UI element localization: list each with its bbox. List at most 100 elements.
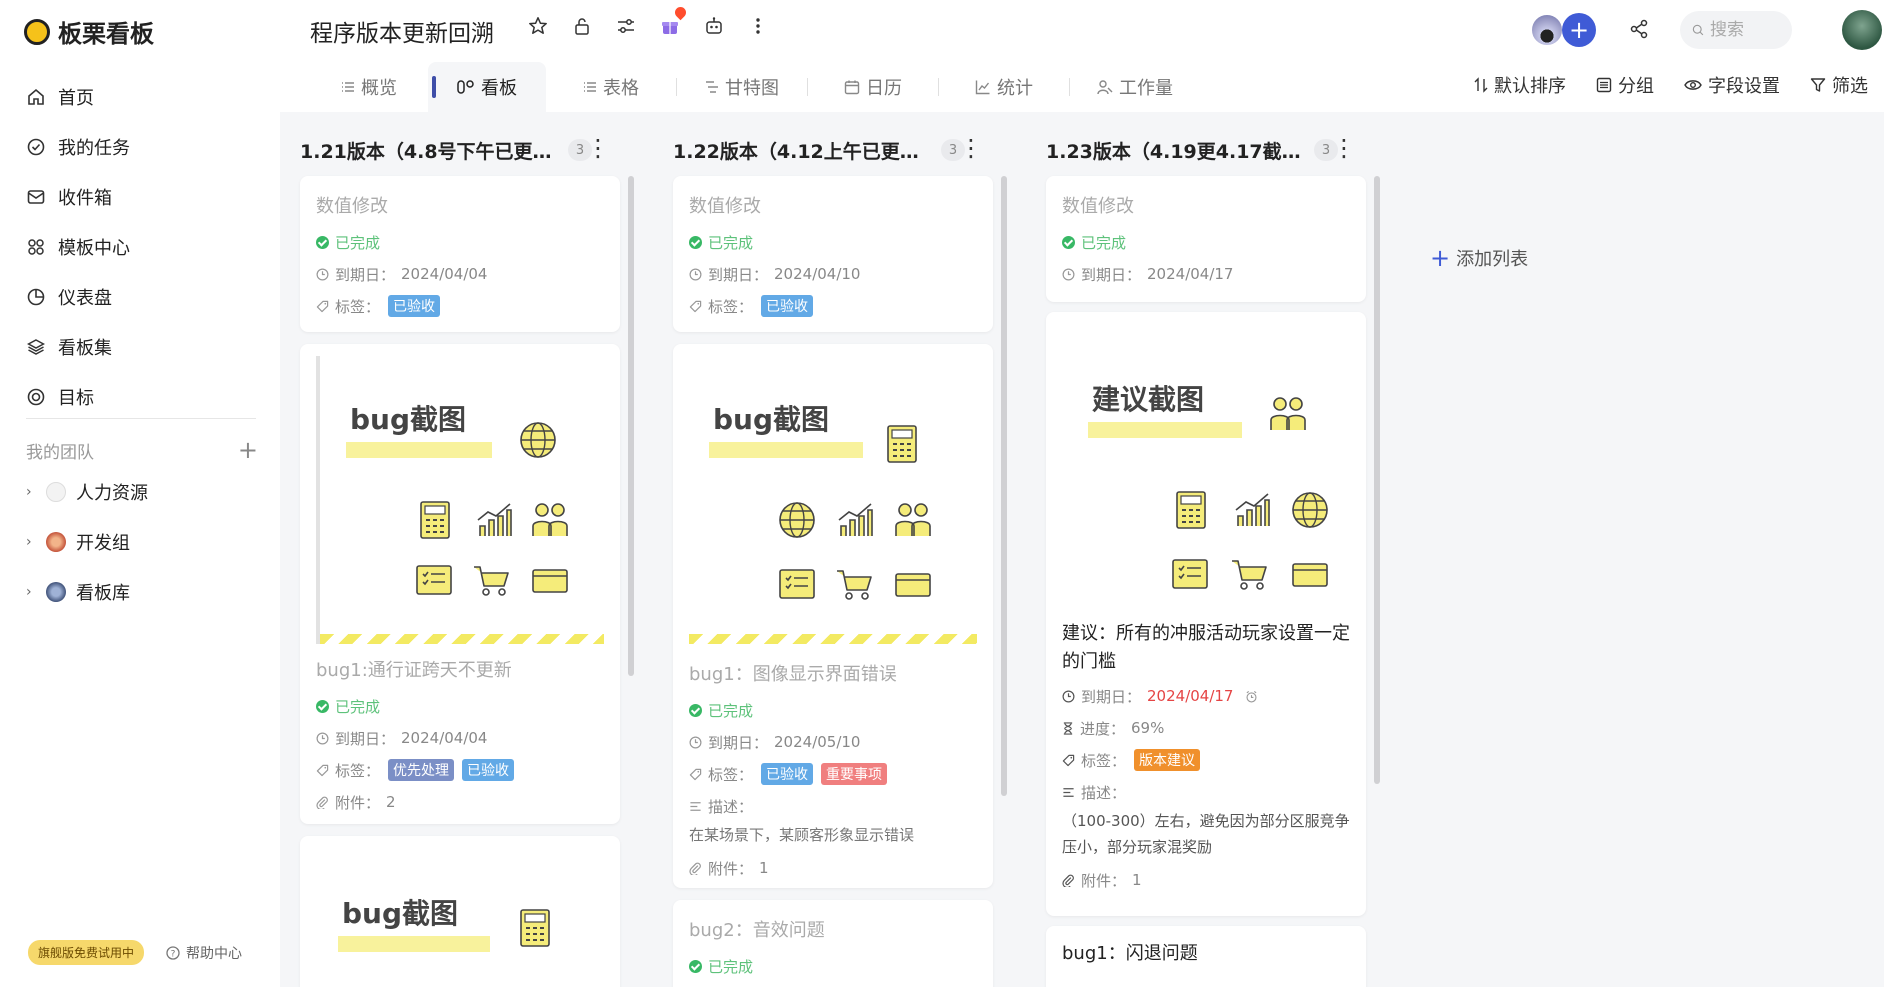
- search-box[interactable]: [1680, 11, 1792, 49]
- star-icon[interactable]: [526, 14, 550, 38]
- card-description: （100-300）左右，避免因为部分区服竞争压小，部分玩家混奖励: [1062, 812, 1350, 856]
- clock-icon: [316, 732, 329, 744]
- card-status: 已完成: [673, 226, 993, 258]
- card-title: 数值修改: [689, 196, 761, 217]
- column-more-icon[interactable]: ⋮: [586, 136, 610, 160]
- board-title[interactable]: 程序版本更新回溯: [310, 14, 494, 48]
- card-tags: 标签： 已验收: [300, 290, 620, 322]
- clipboard-icon: [416, 565, 452, 595]
- sort-icon: [1474, 77, 1488, 93]
- card-title: bug1:通行证跨天不更新: [316, 660, 512, 681]
- tag-badge: 重要事项: [821, 763, 888, 785]
- paperclip-icon: [316, 796, 328, 809]
- share-icon[interactable]: [1628, 18, 1652, 42]
- more-vertical-icon[interactable]: [746, 14, 770, 38]
- column-more-icon[interactable]: ⋮: [1332, 136, 1356, 160]
- task-card[interactable]: bug截图: [300, 836, 620, 987]
- clock-icon: [689, 268, 702, 280]
- task-card[interactable]: bug1：闪退问题: [1046, 926, 1366, 987]
- tab-table[interactable]: 表格: [546, 62, 676, 112]
- svg-text:?: ?: [171, 949, 176, 959]
- task-card[interactable]: bug截图 bug1:通行证跨天不更新 已完成 到期日： 2024/04/04: [300, 344, 620, 824]
- task-card[interactable]: bug截图 bug1：图像显示界面错误 已完成 到期日： 2024/05/10: [673, 344, 993, 888]
- nav-item-my-tasks[interactable]: 我的任务: [26, 122, 256, 172]
- chevron-right-icon[interactable]: ›: [26, 584, 36, 600]
- table-icon: [584, 82, 596, 92]
- tab-calendar[interactable]: 日历: [808, 62, 938, 112]
- column-header[interactable]: 1.21版本（4.8号下午已更新... 3 ⋮: [300, 130, 620, 170]
- cover-caption: bug截图: [350, 403, 467, 436]
- team-avatar: [46, 532, 66, 552]
- task-card[interactable]: 数值修改 已完成 到期日： 2024/04/17: [1046, 176, 1366, 302]
- column-header[interactable]: 1.22版本（4.12上午已更新... 3 ⋮: [673, 130, 993, 170]
- group-icon: [1596, 77, 1612, 93]
- tab-stats[interactable]: 统计: [939, 62, 1069, 112]
- task-card[interactable]: 数值修改 已完成 到期日： 2024/04/04 标签： 已验收: [300, 176, 620, 332]
- tab-label: 看板: [481, 78, 517, 99]
- card-status: 已完成: [673, 950, 993, 982]
- help-center-link[interactable]: ? 帮助中心: [166, 943, 242, 963]
- nav-item-home[interactable]: 首页: [26, 72, 256, 122]
- column-header[interactable]: 1.23版本（4.19更4.17截至） 3 ⋮: [1046, 130, 1366, 170]
- cover-highlight: [709, 442, 863, 458]
- task-card[interactable]: 数值修改 已完成 到期日： 2024/04/10 标签： 已验收: [673, 176, 993, 332]
- tag-badge: 版本建议: [1134, 749, 1201, 771]
- team-item-board-lib[interactable]: › 看板库: [26, 567, 256, 617]
- add-member-button[interactable]: +: [1562, 13, 1596, 47]
- clipboard-icon: [779, 569, 815, 599]
- member-avatar[interactable]: [1530, 13, 1564, 47]
- sort-button[interactable]: 默认排序: [1474, 72, 1566, 98]
- nav-item-templates[interactable]: 模板中心: [26, 222, 256, 272]
- tab-label: 工作量: [1119, 78, 1173, 99]
- group-button[interactable]: 分组: [1596, 72, 1654, 98]
- tag-icon: [1062, 754, 1075, 766]
- clock-icon: [1062, 268, 1075, 280]
- paperclip-icon: [1062, 874, 1074, 887]
- user-avatar[interactable]: [1842, 10, 1882, 50]
- gift-icon[interactable]: [658, 4, 689, 38]
- tab-workload[interactable]: 工作量: [1070, 62, 1200, 112]
- brand[interactable]: 板栗看板: [24, 14, 154, 49]
- field-settings-button[interactable]: 字段设置: [1684, 72, 1780, 98]
- brand-name: 板栗看板: [58, 20, 154, 48]
- card-icon: [895, 573, 931, 597]
- check-circle-icon: [689, 235, 702, 249]
- home-icon: [26, 87, 46, 107]
- tag-badge: 已验收: [761, 295, 814, 317]
- team-item-dev[interactable]: › 开发组: [26, 517, 256, 567]
- nav-item-inbox[interactable]: 收件箱: [26, 172, 256, 222]
- robot-icon[interactable]: [702, 14, 726, 38]
- column-more-icon[interactable]: ⋮: [959, 136, 983, 160]
- target-icon: [26, 387, 46, 407]
- nav-item-dashboard[interactable]: 仪表盘: [26, 272, 256, 322]
- task-card[interactable]: 建议截图 建议：所有的冲服活动玩家设置一定的门槛 到期日： 2024/04/17…: [1046, 312, 1366, 916]
- settings-sliders-icon[interactable]: [614, 14, 638, 38]
- clock-icon: [316, 268, 329, 280]
- card-tags: 标签： 已验收: [673, 290, 993, 322]
- add-list-button[interactable]: + 添加列表: [1430, 244, 1528, 272]
- nav-item-board-collection[interactable]: 看板集: [26, 322, 256, 372]
- column-scrollbar[interactable]: [1001, 176, 1007, 796]
- nav-label: 仪表盘: [58, 288, 112, 309]
- team-item-hr[interactable]: › 人力资源: [26, 467, 256, 517]
- tab-overview[interactable]: 概览: [310, 62, 428, 112]
- search-input[interactable]: [1710, 20, 1780, 40]
- check-circle-icon: [689, 959, 702, 973]
- top-bar: 程序版本更新回溯 + 搜索 概览 看板 表格 甘特图 日历 统计 工作量 默认排…: [280, 0, 1884, 112]
- calculator-icon: [1176, 491, 1206, 529]
- nav-item-goals[interactable]: 目标: [26, 372, 256, 422]
- tag-icon: [316, 764, 329, 776]
- clock-icon: [1062, 690, 1075, 702]
- chevron-right-icon[interactable]: ›: [26, 534, 36, 550]
- filter-button[interactable]: 筛选: [1810, 72, 1868, 98]
- column-scrollbar[interactable]: [628, 176, 634, 676]
- unlock-icon[interactable]: [570, 14, 594, 38]
- column-scrollbar[interactable]: [1374, 176, 1380, 784]
- tab-gantt[interactable]: 甘特图: [677, 62, 807, 112]
- task-card[interactable]: bug2：音效问题 已完成: [673, 900, 993, 987]
- card-progress: 进度： 69%: [1046, 712, 1366, 744]
- tab-kanban[interactable]: 看板: [428, 62, 546, 112]
- add-team-icon[interactable]: +: [238, 436, 258, 464]
- trial-badge[interactable]: 旗舰版免费试用中: [28, 940, 145, 965]
- chevron-right-icon[interactable]: ›: [26, 484, 36, 500]
